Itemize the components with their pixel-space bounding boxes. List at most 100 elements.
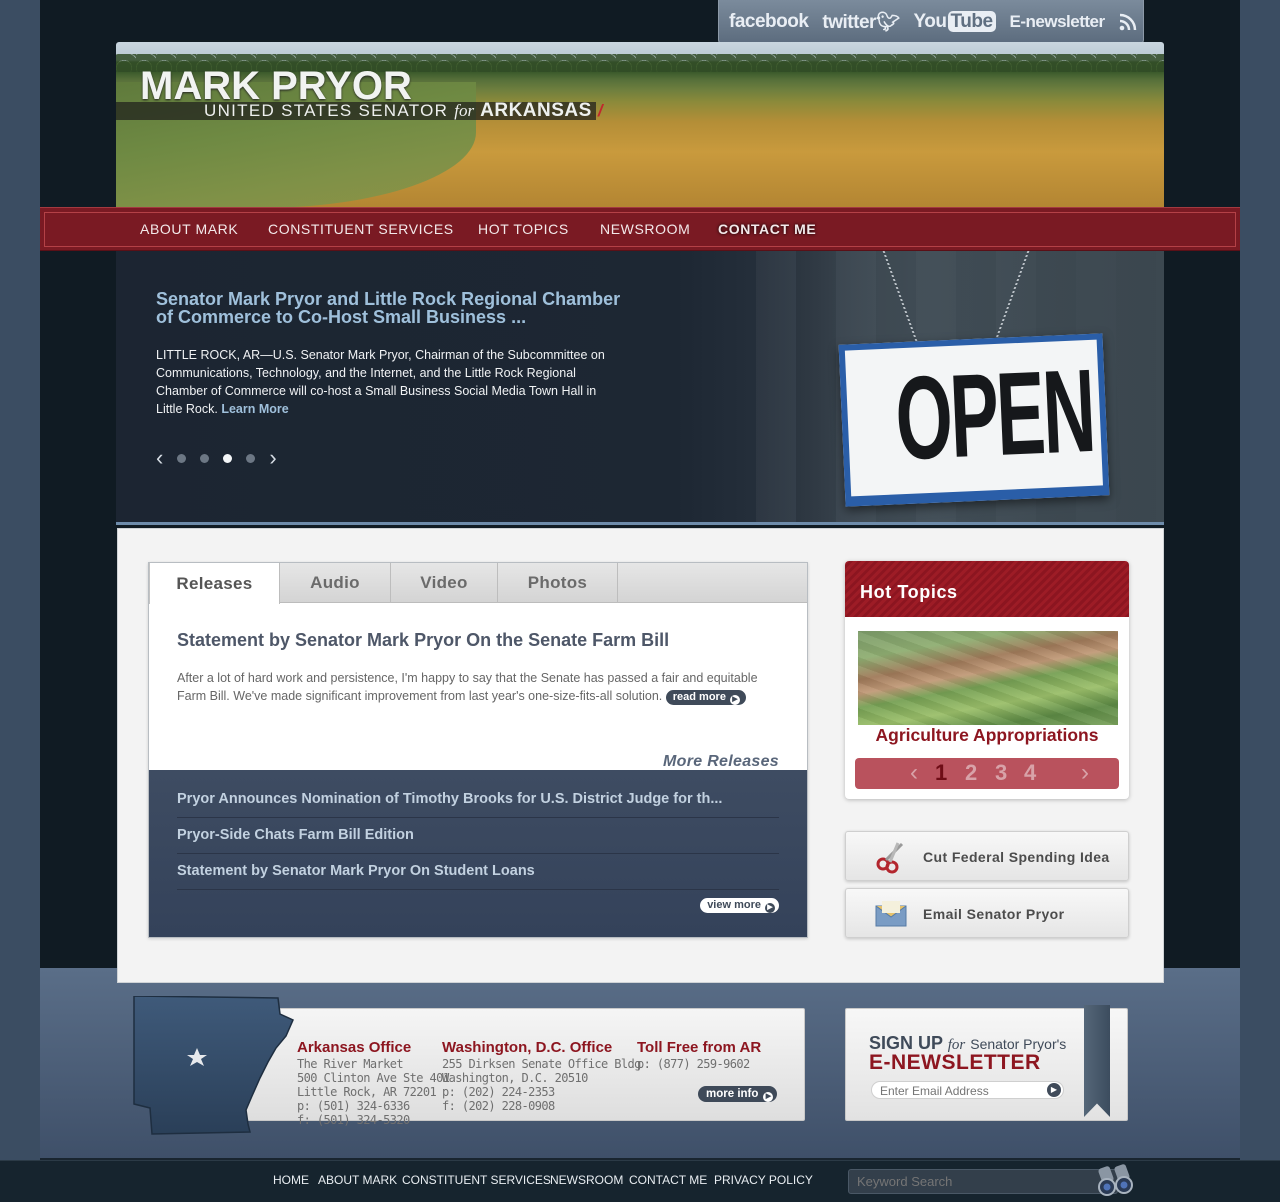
keyword-search-input[interactable] (848, 1169, 1118, 1194)
scissors-icon (874, 840, 908, 874)
twitter-bird-icon: 🐦︎ (875, 11, 900, 33)
social-bar: facebook twitter🐦︎ You Tube E-newsletter (718, 0, 1144, 44)
hot-topic-farmland-image[interactable] (858, 631, 1118, 725)
cut-spending-button[interactable]: Cut Federal Spending Idea (845, 831, 1129, 881)
pager-page-2[interactable]: 2 (965, 760, 977, 786)
tollfree-phone: p: (877) 259-9602 (637, 1057, 750, 1071)
view-more-label: view more (707, 899, 761, 911)
twitter-link[interactable]: twitter🐦︎ (822, 10, 900, 34)
email-senator-button[interactable]: Email Senator Pryor (845, 888, 1129, 938)
pager-page-1[interactable]: 1 (935, 760, 947, 786)
more-releases-heading[interactable]: More Releases (663, 753, 779, 771)
nav-newsroom[interactable]: NEWSROOM (600, 221, 690, 237)
tab-releases[interactable]: Releases (149, 563, 280, 604)
footer-bar: HOME ABOUT MARK CONSTITUENT SERVICES NEW… (0, 1160, 1280, 1202)
footer-link-contact-me[interactable]: CONTACT ME (629, 1173, 707, 1187)
subtitle-for: for (454, 101, 475, 120)
slider-dot-2[interactable] (200, 453, 210, 463)
slider-prev-arrow-icon[interactable]: ‹ (156, 447, 163, 469)
signup-senator: Senator Pryor's (970, 1036, 1067, 1052)
open-sign-image: OPEN (838, 333, 1110, 507)
hot-topics-widget: Hot Topics Agriculture Appropriations ‹ … (845, 561, 1129, 799)
hot-topics-header: Hot Topics (845, 561, 1129, 617)
offices-section: Arkansas Office The River Market 500 Cli… (128, 996, 806, 1135)
pager-prev-icon[interactable]: ‹ (910, 759, 918, 787)
twitter-label: twitter (822, 11, 876, 33)
youtube-you-label: You (913, 10, 947, 32)
signup-enewsletter: E-NEWSLETTER (869, 1051, 1041, 1074)
release-item[interactable]: Statement by Senator Mark Pryor On Stude… (177, 863, 779, 890)
news-tabs-box: Releases Audio Video Photos Statement by… (148, 562, 808, 938)
offices-card: Arkansas Office The River Market 500 Cli… (246, 1008, 805, 1127)
enewsletter-link[interactable]: E-newsletter (1010, 12, 1106, 32)
dc-office-phone: p: (202) 224-2353 (442, 1085, 555, 1099)
facebook-link[interactable]: facebook (729, 11, 809, 33)
slider-dot-1[interactable] (177, 453, 187, 463)
binoculars-search-icon[interactable] (1094, 1163, 1136, 1199)
arrow-right-icon: ▶ (765, 903, 775, 913)
pager-next-icon[interactable]: › (1081, 759, 1089, 787)
dc-office-title: Washington, D.C. Office (442, 1039, 613, 1056)
tollfree-title: Toll Free from AR (637, 1039, 762, 1056)
tollfree-office: Toll Free from AR p: (877) 259-9602 (637, 1039, 761, 1071)
arrow-right-icon: ▶ (729, 695, 740, 705)
email-senator-label: Email Senator Pryor (923, 906, 1065, 922)
slider-dot-4[interactable] (246, 453, 256, 463)
more-info-button[interactable]: more info ▶ (698, 1086, 778, 1102)
site-subtitle: UNITED STATES SENATOR for ARKANSAS / (204, 100, 604, 122)
footer-link-about-mark[interactable]: ABOUT MARK (318, 1173, 397, 1187)
nav-constituent-services[interactable]: CONSTITUENT SERVICES (268, 221, 454, 237)
tab-photos[interactable]: Photos (498, 563, 618, 603)
signup-sign-up: SIGN UP (869, 1033, 943, 1053)
footer-link-privacy-policy[interactable]: PRIVACY POLICY (714, 1173, 813, 1187)
arrow-right-icon: ▶ (763, 1092, 774, 1102)
hot-topics-title: Hot Topics (860, 582, 958, 602)
pager-page-4[interactable]: 4 (1024, 760, 1036, 786)
hero-learn-more-link[interactable]: Learn More (221, 402, 288, 416)
slider-controls: ‹ › (156, 447, 277, 469)
rss-icon[interactable] (1119, 13, 1137, 31)
read-more-button[interactable]: read more ▶ (665, 690, 746, 705)
arkansas-office-line1: The River Market (297, 1057, 404, 1071)
newsletter-submit-icon[interactable]: ▶ (1047, 1083, 1061, 1097)
arkansas-office-line2: 500 Clinton Ave Ste 401 (297, 1071, 450, 1085)
slider-next-arrow-icon[interactable]: › (269, 447, 276, 469)
hero-body: LITTLE ROCK, AR—U.S. Senator Mark Pryor,… (156, 346, 626, 418)
cut-spending-label: Cut Federal Spending Idea (923, 849, 1110, 865)
release-item[interactable]: Pryor Announces Nomination of Timothy Br… (177, 791, 779, 818)
tab-audio[interactable]: Audio (280, 563, 391, 603)
hot-topic-caption[interactable]: Agriculture Appropriations (845, 725, 1129, 746)
tab-video[interactable]: Video (391, 563, 498, 603)
arkansas-office-line3: Little Rock, AR 72201 (297, 1085, 437, 1099)
release-list: Pryor Announces Nomination of Timothy Br… (149, 770, 807, 937)
slider-dot-3[interactable] (223, 453, 233, 463)
read-more-label: read more (672, 691, 726, 703)
footer-link-constituent-services[interactable]: CONSTITUENT SERVICES (402, 1173, 551, 1187)
subtitle-senator: UNITED STATES SENATOR (204, 101, 449, 120)
article-title[interactable]: Statement by Senator Mark Pryor On the S… (177, 630, 669, 651)
pager-page-3[interactable]: 3 (995, 760, 1007, 786)
hero-slider: OPEN Senator Mark Pryor and Little Rock … (116, 251, 1164, 525)
header-banner: MARK PRYOR UNITED STATES SENATOR for ARK… (116, 42, 1164, 208)
newsletter-signup: SIGN UP for Senator Pryor's E-NEWSLETTER… (845, 1005, 1128, 1121)
youtube-link[interactable]: You Tube (913, 10, 996, 33)
footer-link-home[interactable]: HOME (273, 1173, 309, 1187)
dc-office-line2: Washington, D.C. 20510 (442, 1071, 588, 1085)
footer-link-newsroom[interactable]: NEWSROOM (550, 1173, 623, 1187)
hero-bottom-stripe (116, 522, 1164, 525)
dc-office: Washington, D.C. Office 255 Dirksen Sena… (442, 1039, 641, 1113)
subtitle-state: ARKANSAS (480, 100, 592, 121)
main-nav: ABOUT MARK CONSTITUENT SERVICES HOT TOPI… (40, 207, 1240, 251)
release-item[interactable]: Pryor-Side Chats Farm Bill Edition (177, 827, 779, 854)
nav-hot-topics[interactable]: HOT TOPICS (478, 221, 569, 237)
view-more-button[interactable]: view more ▶ (700, 898, 779, 913)
newsletter-email-input[interactable] (871, 1081, 1064, 1099)
hot-topics-pager: ‹ 1 2 3 4 › (855, 758, 1119, 789)
nav-contact-me[interactable]: CONTACT ME (718, 221, 816, 237)
tab-bar: Releases Audio Video Photos (149, 563, 807, 604)
envelope-icon (874, 897, 908, 931)
nav-about-mark[interactable]: ABOUT MARK (140, 221, 238, 237)
youtube-tube-label: Tube (947, 10, 996, 32)
open-sign-text: OPEN (892, 344, 1096, 486)
hero-title[interactable]: Senator Mark Pryor and Little Rock Regio… (156, 290, 626, 326)
